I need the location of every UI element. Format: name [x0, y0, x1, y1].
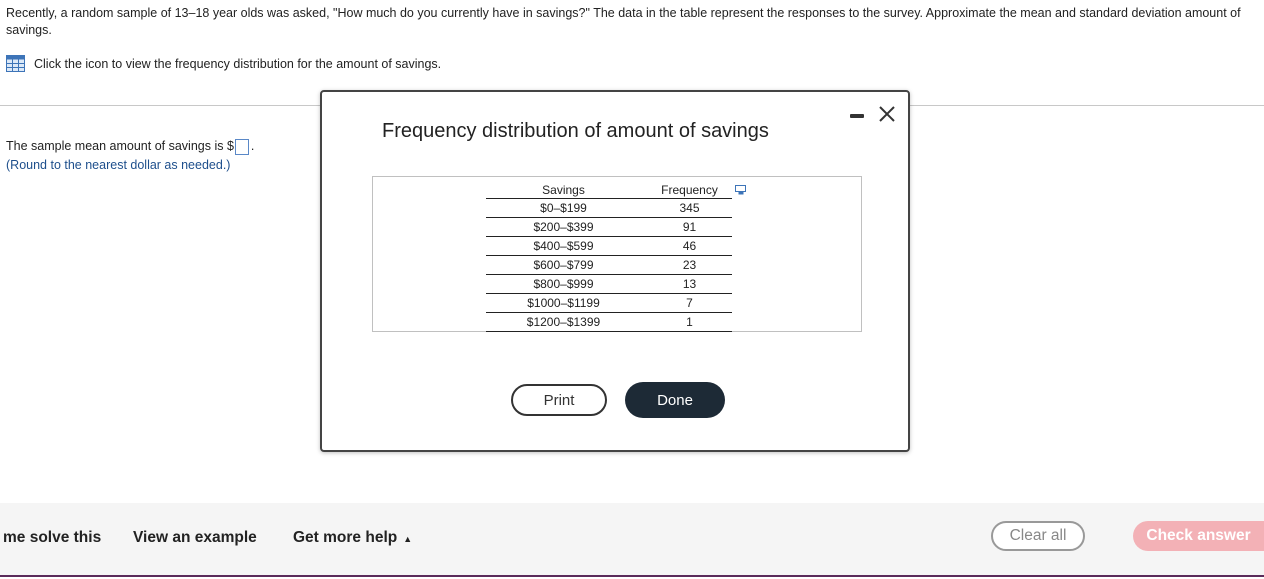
- mean-answer-input[interactable]: [234, 138, 249, 155]
- frequency-cell: 13: [641, 274, 732, 294]
- caret-up-icon: ▲: [403, 534, 413, 544]
- column-header-savings: Savings: [486, 182, 641, 199]
- table-row: $1200–$1399 1: [486, 312, 732, 332]
- table-icon[interactable]: [6, 55, 25, 72]
- table-row: $1000–$1199 7: [486, 293, 732, 313]
- frequency-table-link[interactable]: Click the icon to view the frequency dis…: [6, 55, 441, 72]
- frequency-cell: 46: [641, 236, 732, 256]
- frequency-modal: Frequency distribution of amount of savi…: [320, 90, 910, 452]
- copy-data-icon[interactable]: [735, 185, 747, 195]
- frequency-table-frame: Savings Frequency $0–$199 345 $200–$399 …: [372, 176, 862, 332]
- print-button[interactable]: Print: [511, 384, 607, 416]
- savings-cell: $600–$799: [486, 255, 641, 275]
- question-text: Recently, a random sample of 13–18 year …: [6, 6, 1241, 37]
- frequency-cell: 91: [641, 217, 732, 237]
- savings-cell: $200–$399: [486, 217, 641, 237]
- savings-cell: $1000–$1199: [486, 293, 641, 313]
- frequency-cell: 1: [641, 312, 732, 332]
- savings-cell: $0–$199: [486, 198, 641, 218]
- close-icon[interactable]: [877, 104, 897, 124]
- footer-bar: me solve this View an example Get more h…: [0, 503, 1264, 577]
- get-more-help-label[interactable]: Get more help: [293, 529, 397, 546]
- savings-cell: $800–$999: [486, 274, 641, 294]
- frequency-cell: 345: [641, 198, 732, 218]
- footer-accent-line: [0, 575, 1264, 577]
- answer-prefix: The sample mean amount of savings is $: [6, 139, 234, 153]
- clear-all-button[interactable]: Clear all: [991, 521, 1085, 551]
- view-example-link[interactable]: View an example: [133, 529, 257, 547]
- modal-title: Frequency distribution of amount of savi…: [382, 120, 769, 142]
- table-row: $0–$199 345: [486, 198, 732, 218]
- rounding-hint: (Round to the nearest dollar as needed.): [6, 158, 231, 172]
- help-me-solve-link[interactable]: me solve this: [3, 529, 101, 547]
- frequency-cell: 7: [641, 293, 732, 313]
- frequency-table: Savings Frequency $0–$199 345 $200–$399 …: [486, 182, 732, 332]
- table-row: $200–$399 91: [486, 217, 732, 237]
- frequency-cell: 23: [641, 255, 732, 275]
- check-answer-button[interactable]: Check answer: [1133, 521, 1264, 551]
- answer-area: The sample mean amount of savings is $ .…: [6, 137, 254, 175]
- table-row: $600–$799 23: [486, 255, 732, 275]
- table-row: $800–$999 13: [486, 274, 732, 294]
- done-button[interactable]: Done: [625, 382, 725, 418]
- column-header-frequency: Frequency: [641, 182, 732, 199]
- get-more-help-link[interactable]: Get more help ▲: [293, 529, 412, 547]
- savings-cell: $400–$599: [486, 236, 641, 256]
- savings-cell: $1200–$1399: [486, 312, 641, 332]
- frequency-link-label[interactable]: Click the icon to view the frequency dis…: [34, 57, 441, 71]
- answer-suffix: .: [250, 139, 255, 153]
- minimize-icon[interactable]: [850, 114, 864, 118]
- table-row: $400–$599 46: [486, 236, 732, 256]
